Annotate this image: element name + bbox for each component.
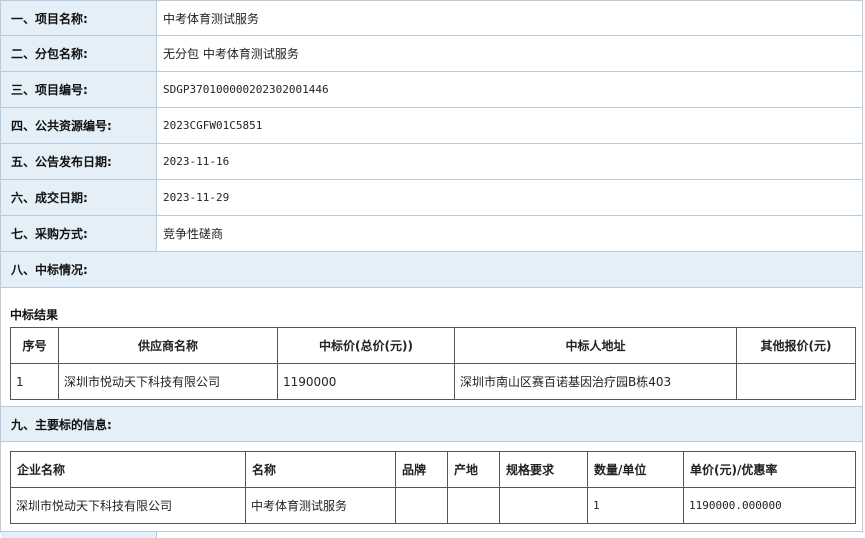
info-label: 五、公告发布日期: bbox=[1, 144, 157, 179]
table-header-row: 序号 供应商名称 中标价(总价(元)) 中标人地址 其他报价(元) bbox=[10, 327, 856, 364]
section-main-items-header: 九、主要标的信息: bbox=[1, 406, 862, 442]
column-header: 产地 bbox=[447, 451, 500, 488]
table-cell bbox=[447, 487, 500, 524]
table-cell bbox=[736, 363, 856, 400]
info-row-project-name: 一、项目名称: 中考体育测试服务 bbox=[1, 0, 862, 36]
table-cell: 中考体育测试服务 bbox=[245, 487, 396, 524]
info-value: 2023-11-16 bbox=[163, 155, 230, 168]
info-value: 2023-11-29 bbox=[163, 191, 230, 204]
table-cell: 深圳市悦动天下科技有限公司 bbox=[10, 487, 246, 524]
info-list: 一、项目名称: 中考体育测试服务 二、分包名称: 无分包 中考体育测试服务 三、… bbox=[1, 0, 862, 252]
column-header: 数量/单位 bbox=[587, 451, 684, 488]
table-row: 1 深圳市悦动天下科技有限公司 1190000 深圳市南山区赛百诺基因治疗园B栋… bbox=[10, 363, 856, 400]
info-value: 竞争性磋商 bbox=[163, 227, 224, 241]
info-label: 一、项目名称: bbox=[1, 1, 157, 35]
column-header: 规格要求 bbox=[499, 451, 588, 488]
table-cell: 1 bbox=[587, 487, 684, 524]
info-value: 中考体育测试服务 bbox=[163, 11, 260, 26]
info-row-procurement-method: 七、采购方式: 竞争性磋商 bbox=[1, 216, 862, 252]
info-label: 四、公共资源编号: bbox=[1, 108, 157, 143]
table-cell bbox=[395, 487, 448, 524]
info-row-publish-date: 五、公告发布日期: 2023-11-16 bbox=[1, 144, 862, 180]
table-cell: 1190000.000000 bbox=[683, 487, 856, 524]
info-row-package-name: 二、分包名称: 无分包 中考体育测试服务 bbox=[1, 36, 862, 72]
info-row-deal-date: 六、成交日期: 2023-11-29 bbox=[1, 180, 862, 216]
info-label: 六、成交日期: bbox=[1, 180, 157, 215]
column-header: 品牌 bbox=[395, 451, 448, 488]
info-value: 2023CGFW01C5851 bbox=[163, 119, 263, 132]
table-cell: 1 bbox=[10, 363, 59, 400]
table-cell bbox=[499, 487, 588, 524]
column-header: 其他报价(元) bbox=[736, 327, 856, 364]
award-result-table: 序号 供应商名称 中标价(总价(元)) 中标人地址 其他报价(元) 1 深圳市悦… bbox=[10, 327, 856, 400]
table-cell: 深圳市南山区赛百诺基因治疗园B栋403 bbox=[454, 363, 737, 400]
column-header: 企业名称 bbox=[10, 451, 246, 488]
table-cell: 深圳市悦动天下科技有限公司 bbox=[58, 363, 278, 400]
column-header: 序号 bbox=[10, 327, 59, 364]
column-header: 供应商名称 bbox=[58, 327, 278, 364]
info-label: 七、采购方式: bbox=[1, 216, 157, 251]
info-row-public-resource-number: 四、公共资源编号: 2023CGFW01C5851 bbox=[1, 108, 862, 144]
column-header: 单价(元)/优惠率 bbox=[683, 451, 856, 488]
section-award-header: 八、中标情况: bbox=[1, 252, 862, 288]
info-value: 无分包 中考体育测试服务 bbox=[163, 47, 299, 61]
column-header: 中标价(总价(元)) bbox=[277, 327, 455, 364]
info-label: 三、项目编号: bbox=[1, 72, 157, 107]
table-row: 深圳市悦动天下科技有限公司 中考体育测试服务 1 1190000.000000 bbox=[10, 487, 856, 524]
info-label: 二、分包名称: bbox=[1, 36, 157, 71]
info-value: SDGP370100000202302001446 bbox=[163, 83, 329, 96]
main-items-table: 企业名称 名称 品牌 产地 规格要求 数量/单位 单价(元)/优惠率 深圳市悦动… bbox=[10, 451, 856, 524]
table-cell: 1190000 bbox=[277, 363, 455, 400]
column-header: 中标人地址 bbox=[454, 327, 737, 364]
info-row-project-number: 三、项目编号: SDGP370100000202302001446 bbox=[1, 72, 862, 108]
award-result-title: 中标结果 bbox=[10, 308, 59, 322]
procurement-notice: 一、项目名称: 中考体育测试服务 二、分包名称: 无分包 中考体育测试服务 三、… bbox=[0, 0, 863, 538]
table-header-row: 企业名称 名称 品牌 产地 规格要求 数量/单位 单价(元)/优惠率 bbox=[10, 451, 856, 488]
column-header: 名称 bbox=[245, 451, 396, 488]
